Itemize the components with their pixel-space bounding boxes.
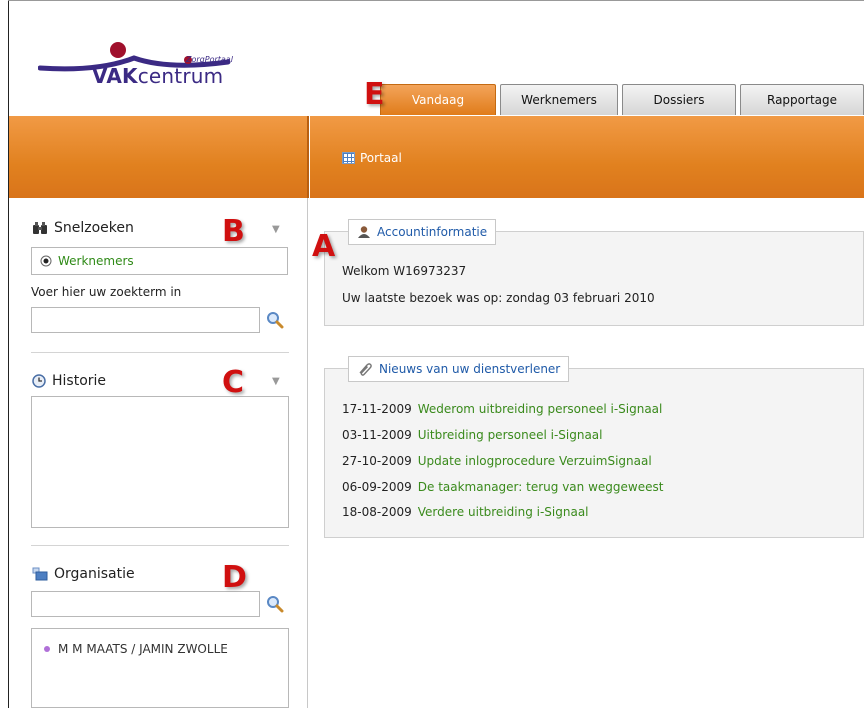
window-top-border (8, 0, 864, 1)
historie-chevron-down-icon[interactable]: ▼ (272, 376, 280, 387)
clock-icon (32, 374, 46, 388)
radio-selected-icon (40, 255, 52, 267)
tab-werknemers[interactable]: Werknemers (500, 84, 618, 115)
search-term-label: Voer hier uw zoekterm in (31, 285, 182, 299)
bullet-icon (44, 646, 50, 652)
tree-item-label: M M MAATS / JAMIN ZWOLLE (58, 642, 228, 656)
tab-rapportage[interactable]: Rapportage (740, 84, 864, 115)
snelzoeken-title: Snelzoeken (54, 220, 134, 236)
annotation-letter-c: C (222, 365, 245, 400)
welcome-text: Welkom W16973237 (342, 264, 467, 278)
historie-header[interactable]: Historie (32, 373, 106, 389)
organisatie-title: Organisatie (54, 566, 135, 582)
binoculars-icon (33, 222, 47, 234)
news-item[interactable]: 06-09-2009 De taakmanager: terug van wegg… (342, 480, 663, 494)
organisatie-tree (31, 628, 289, 708)
werknemers-radio-label: Werknemers (58, 254, 134, 268)
sidebar-header-band (9, 116, 309, 198)
logo-brand: VAKcentrum (92, 64, 224, 88)
news-item[interactable]: 18-08-2009 Verdere uitbreiding i-Signaal (342, 505, 589, 519)
last-visit-text: Uw laatste bezoek was op: zondag 03 febr… (342, 291, 655, 305)
news-item[interactable]: 17-11-2009 Wederom uitbreiding personeel … (342, 402, 662, 416)
search-icon[interactable] (266, 311, 284, 329)
annotation-letter-a: A (312, 229, 336, 264)
tab-vandaag[interactable]: Vandaag (380, 84, 496, 115)
tab-dossiers[interactable]: Dossiers (622, 84, 736, 115)
vakcentrum-logo[interactable]: ZorgPortaal VAKcentrum (34, 28, 248, 92)
news-title: Nieuws van uw dienstverlener (379, 362, 561, 376)
news-item[interactable]: 27-10-2009 Update inlogprocedure VerzuimS… (342, 454, 652, 468)
historie-title: Historie (52, 373, 107, 389)
portaal-button[interactable]: Portaal (342, 151, 402, 165)
tree-item[interactable]: M M MAATS / JAMIN ZWOLLE (44, 642, 228, 656)
annotation-letter-d: D (222, 560, 247, 595)
organisation-icon (32, 567, 48, 581)
historie-list (31, 396, 289, 528)
grid-icon (342, 152, 355, 164)
logo-subtitle: ZorgPortaal (186, 55, 233, 64)
annotation-letter-e: E (364, 77, 385, 112)
account-info-panel (324, 231, 864, 326)
annotation-letter-b: B (222, 214, 245, 249)
user-icon (358, 226, 370, 238)
news-legend: Nieuws van uw dienstverlener (348, 356, 570, 382)
paperclip-icon (359, 363, 372, 376)
organisatie-header[interactable]: Organisatie (32, 566, 135, 582)
account-info-legend: Accountinformatie (348, 219, 497, 245)
sidebar-divider (31, 545, 289, 546)
snelzoeken-chevron-down-icon[interactable]: ▼ (272, 224, 280, 235)
werknemers-radio[interactable]: Werknemers (40, 254, 134, 268)
search-icon[interactable] (266, 595, 284, 613)
account-info-title: Accountinformatie (377, 225, 488, 239)
snelzoeken-search-input[interactable] (31, 307, 260, 333)
news-item[interactable]: 03-11-2009 Uitbreiding personeel i-Signaa… (342, 428, 603, 442)
sidebar-divider (31, 352, 289, 353)
snelzoeken-header[interactable]: Snelzoeken (32, 220, 134, 236)
portaal-label: Portaal (360, 151, 402, 165)
